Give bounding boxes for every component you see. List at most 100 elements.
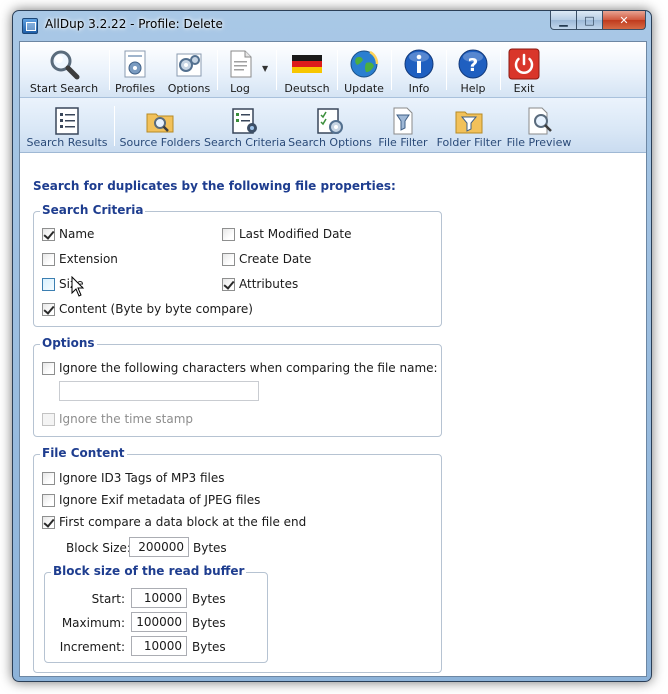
file-filter-button[interactable]: File Filter <box>376 98 430 153</box>
checkbox-box[interactable] <box>222 277 235 291</box>
exit-button[interactable]: Exit <box>504 42 544 98</box>
power-icon <box>508 48 540 80</box>
search-options-icon <box>317 108 343 134</box>
info-button[interactable]: Info <box>394 42 444 98</box>
deutsch-button[interactable]: Deutsch <box>279 42 335 98</box>
content-checkbox[interactable]: Content (Byte by byte compare) <box>42 302 253 316</box>
file-preview-icon <box>528 107 552 135</box>
toolbar-separator <box>391 50 392 90</box>
block-size-unit: Bytes <box>193 541 227 555</box>
search-criteria-button[interactable]: Search Criteria <box>204 98 286 153</box>
folder-filter-button[interactable]: Folder Filter <box>434 98 504 153</box>
criteria-icon <box>232 108 257 134</box>
first-compare-checkbox[interactable]: First compare a data block at the file e… <box>42 515 306 529</box>
close-icon: ✕ <box>619 13 629 27</box>
help-label: Help <box>460 82 486 95</box>
checkbox-box[interactable] <box>222 227 235 241</box>
checkbox-box[interactable] <box>42 252 55 266</box>
main-toolbar: Start Search Profiles Options Log ▼ Deut… <box>20 42 646 98</box>
ignore-chars-checkbox[interactable]: Ignore the following characters when com… <box>42 361 438 375</box>
create-date-checkbox[interactable]: Create Date <box>222 252 311 266</box>
read-buffer-group: Block size of the read buffer Start: 100… <box>44 564 268 663</box>
maximum-unit: Bytes <box>192 616 226 630</box>
folder-filter-label: Folder Filter <box>436 136 502 149</box>
chevron-down-icon[interactable]: ▼ <box>262 64 268 73</box>
checkbox-box[interactable] <box>42 412 55 426</box>
profiles-button[interactable]: Profiles <box>111 42 159 98</box>
german-flag-icon <box>292 55 322 73</box>
last-modified-label: Last Modified Date <box>239 227 352 241</box>
increment-input[interactable]: 10000 <box>131 636 187 656</box>
profiles-label: Profiles <box>115 82 155 95</box>
ignore-id3-label: Ignore ID3 Tags of MP3 files <box>59 471 225 485</box>
read-buffer-title: Block size of the read buffer <box>51 564 247 578</box>
deutsch-label: Deutsch <box>284 82 330 95</box>
attributes-label: Attributes <box>239 277 299 291</box>
help-icon: ? <box>458 49 488 79</box>
start-unit: Bytes <box>192 592 226 606</box>
toolbar-separator <box>276 50 277 90</box>
first-compare-label: First compare a data block at the file e… <box>59 515 307 529</box>
folder-search-icon <box>146 113 174 133</box>
start-input[interactable]: 10000 <box>131 588 187 608</box>
minimize-icon: ▁ <box>559 13 568 27</box>
checkbox-box[interactable] <box>42 493 55 507</box>
checkbox-box[interactable] <box>42 227 55 241</box>
close-button[interactable]: ✕ <box>603 11 646 30</box>
maximum-label: Maximum: <box>61 616 125 630</box>
search-options-label: Search Options <box>288 136 372 149</box>
toolbar-separator <box>109 50 110 90</box>
toolbar-separator <box>337 50 338 90</box>
checkbox-box[interactable] <box>222 252 235 266</box>
page-heading: Search for duplicates by the following f… <box>33 179 396 193</box>
options-group: Options Ignore the following characters … <box>33 336 442 437</box>
globe-icon <box>350 50 379 78</box>
update-label: Update <box>344 82 384 95</box>
update-button[interactable]: Update <box>339 42 389 98</box>
last-modified-checkbox[interactable]: Last Modified Date <box>222 227 352 241</box>
ignore-chars-label: Ignore the following characters when com… <box>59 361 438 375</box>
ignore-exif-checkbox[interactable]: Ignore Exif metadata of JPEG files <box>42 493 260 507</box>
search-criteria-group: Search Criteria Name Extension Size Cont… <box>33 203 442 327</box>
log-icon <box>230 50 252 78</box>
block-size-input[interactable]: 200000 <box>129 537 189 557</box>
title-bar[interactable]: AllDup 3.2.22 - Profile: Delete ▁ □ ✕ <box>13 11 651 41</box>
info-label: Info <box>408 82 430 95</box>
attributes-checkbox[interactable]: Attributes <box>222 277 298 291</box>
toolbar-separator <box>446 50 447 90</box>
checkbox-box[interactable] <box>42 277 55 291</box>
name-checkbox[interactable]: Name <box>42 227 94 241</box>
source-folders-button[interactable]: Source Folders <box>118 98 202 153</box>
checkbox-box[interactable] <box>42 515 55 529</box>
maximum-input[interactable]: 100000 <box>131 612 187 632</box>
start-search-button[interactable]: Start Search <box>22 42 106 98</box>
content-label: Content (Byte by byte compare) <box>59 302 253 316</box>
ignore-chars-input[interactable] <box>59 381 259 401</box>
caption-buttons: ▁ □ ✕ <box>550 11 646 31</box>
log-label: Log <box>230 82 250 95</box>
log-button[interactable]: Log <box>220 42 260 98</box>
start-label: Start: <box>91 592 125 606</box>
file-preview-button[interactable]: File Preview <box>506 98 572 153</box>
help-button[interactable]: ? Help <box>448 42 498 98</box>
search-options-button[interactable]: Search Options <box>288 98 372 153</box>
increment-label: Increment: <box>59 640 125 654</box>
checkbox-box[interactable] <box>42 471 55 485</box>
search-results-button[interactable]: Search Results <box>24 98 110 153</box>
exit-label: Exit <box>513 82 535 95</box>
start-search-label: Start Search <box>29 82 99 95</box>
search-results-label: Search Results <box>26 136 108 149</box>
minimize-button[interactable]: ▁ <box>550 11 577 30</box>
checkbox-box[interactable] <box>42 361 55 375</box>
ignore-timestamp-checkbox[interactable]: Ignore the time stamp <box>42 412 193 426</box>
ignore-id3-checkbox[interactable]: Ignore ID3 Tags of MP3 files <box>42 471 225 485</box>
app-icon[interactable] <box>22 18 38 34</box>
extension-checkbox[interactable]: Extension <box>42 252 118 266</box>
maximize-button[interactable]: □ <box>577 11 603 30</box>
options-button[interactable]: Options <box>163 42 215 98</box>
checkbox-box[interactable] <box>42 302 55 316</box>
file-content-title: File Content <box>40 446 127 460</box>
options-title: Options <box>40 336 97 350</box>
results-icon <box>55 107 79 135</box>
svg-text:?: ? <box>468 55 478 76</box>
